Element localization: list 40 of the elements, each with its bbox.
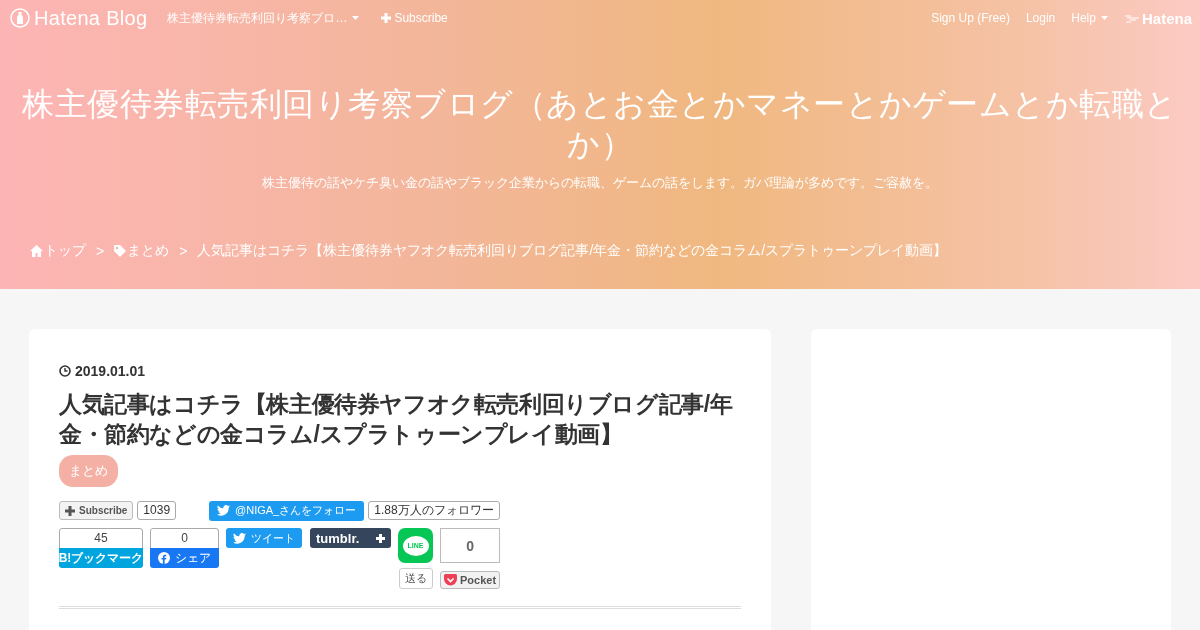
blog-menu[interactable]: 株主優待券転売利回り考察ブロ… bbox=[167, 9, 360, 27]
post-date: 2019.01.01 bbox=[75, 363, 146, 379]
follower-count: 1.88万人のフォロワー bbox=[368, 501, 500, 520]
logo-link[interactable]: Hatena Blog bbox=[10, 6, 148, 30]
tag-icon bbox=[114, 245, 127, 257]
category-tag[interactable]: まとめ bbox=[59, 455, 118, 487]
clock-icon bbox=[59, 365, 71, 377]
help-menu[interactable]: Help bbox=[1071, 11, 1108, 25]
caret-icon bbox=[1100, 16, 1108, 20]
subscriber-count: 1039 bbox=[137, 501, 177, 520]
bird-icon bbox=[233, 532, 246, 544]
breadcrumb-link[interactable]: まとめ bbox=[114, 242, 170, 260]
breadcrumb-separator: > bbox=[179, 243, 188, 259]
tumblr-button[interactable]: tumblr. bbox=[310, 528, 391, 548]
follow-button[interactable]: @NIGA_さんをフォロー bbox=[209, 500, 365, 521]
facebook-icon bbox=[158, 552, 170, 564]
breadcrumb-current[interactable]: 人気記事はコチラ【株主優待券ヤフオク転売利回りブログ記事/年金・節約などの金コラム/スプラトゥーンプレイ動画】 bbox=[197, 242, 948, 260]
subscribe-link[interactable]: Subscribe bbox=[381, 11, 448, 25]
plus-icon bbox=[381, 13, 392, 23]
breadcrumb-link[interactable]: トップ bbox=[30, 242, 86, 260]
breadcrumb-separator: > bbox=[96, 243, 105, 259]
nav-link[interactable]: Sign Up (Free) bbox=[931, 11, 1010, 25]
caret-icon bbox=[352, 16, 360, 20]
send-button[interactable]: 送る bbox=[398, 568, 433, 589]
bottle-icon bbox=[10, 8, 30, 28]
tweet-button[interactable]: ツイート bbox=[226, 528, 302, 548]
home-icon bbox=[30, 245, 43, 257]
pocket-count: 0 bbox=[440, 528, 501, 563]
logo-text: Hatena Blog bbox=[34, 6, 148, 30]
subscribe-button[interactable]: Subscribe bbox=[59, 501, 134, 520]
plus-icon bbox=[65, 505, 75, 516]
blog-title[interactable]: 株主優待券転売利回り考察ブログ（あとお金とかマネーとかゲームとか転職とか） bbox=[16, 84, 1184, 164]
blog-description: 株主優待の話やケチ臭い金の話やブラック企業からの転職、ゲームの話をします。ガバ理論が多めです。ご容赦を。 bbox=[261, 174, 939, 192]
pocket-icon bbox=[444, 574, 457, 586]
nav-link[interactable]: Login bbox=[1025, 11, 1056, 25]
plus-icon bbox=[376, 533, 385, 543]
article-title[interactable]: 人気記事はコチラ【株主優待券ヤフオク転売利回りブログ記事/年金・節約などの金コラム/スプラトゥーンプレイ動画】 bbox=[59, 389, 741, 449]
brand-link[interactable]: Hatena bbox=[1123, 9, 1192, 27]
pocket-button[interactable]: Pocket bbox=[440, 571, 501, 589]
bird-icon bbox=[217, 505, 231, 516]
